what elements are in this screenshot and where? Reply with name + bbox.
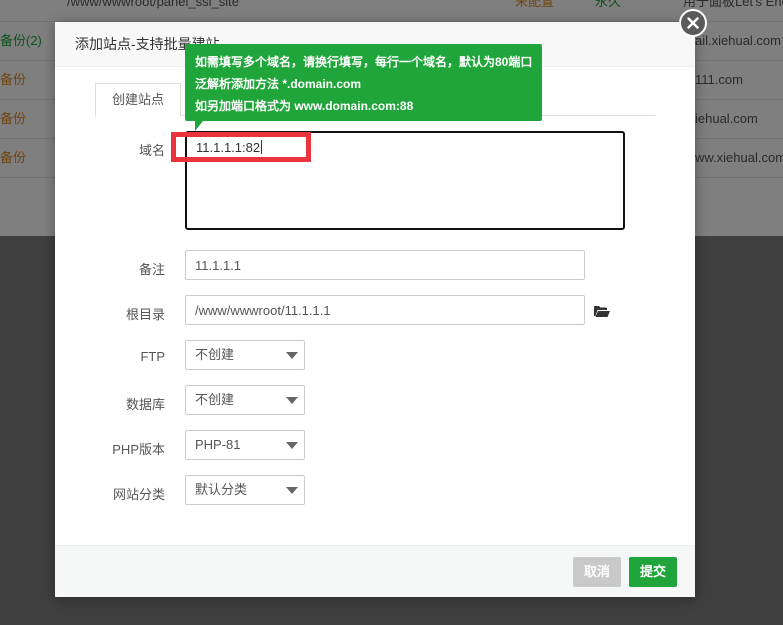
close-dialog-button[interactable] xyxy=(679,9,707,37)
note-input[interactable] xyxy=(185,250,585,280)
chevron-down-icon xyxy=(286,487,298,494)
php-version-select[interactable]: PHP-81 xyxy=(185,430,305,460)
tooltip-line: 泛解析添加方法 *.domain.com xyxy=(195,77,362,91)
chevron-down-icon xyxy=(286,397,298,404)
annotation-highlight-box xyxy=(171,132,311,162)
root-dir-label: 根目录 xyxy=(125,307,165,322)
dialog-footer: 取消 提交 xyxy=(55,545,695,597)
php-version-label: PHP版本 xyxy=(112,442,165,457)
tooltip-line: 如需填写多个域名，请换行填写，每行一个域名，默认为80端口 xyxy=(195,55,533,69)
ftp-value: 不创建 xyxy=(195,347,235,362)
domain-help-tooltip: 如需填写多个域名，请换行填写，每行一个域名，默认为80端口 泛解析添加方法 *.… xyxy=(185,44,542,121)
tab-create-site[interactable]: 创建站点 xyxy=(95,83,182,117)
ftp-label: FTP xyxy=(140,349,165,364)
database-select[interactable]: 不创建 xyxy=(185,385,305,415)
add-site-dialog: 添加站点-支持批量建站 创建站点 域名 11.1.1.1:82 备注 根目录 F… xyxy=(55,22,695,597)
chevron-down-icon xyxy=(286,442,298,449)
folder-open-icon[interactable] xyxy=(594,305,610,321)
note-label: 备注 xyxy=(138,262,165,277)
root-dir-input[interactable] xyxy=(185,295,585,325)
category-select[interactable]: 默认分类 xyxy=(185,475,305,505)
cancel-button[interactable]: 取消 xyxy=(573,557,622,587)
domain-label: 域名 xyxy=(138,143,165,158)
close-icon xyxy=(687,17,699,29)
category-label: 网站分类 xyxy=(112,487,165,502)
ftp-select[interactable]: 不创建 xyxy=(185,340,305,370)
php-version-value: PHP-81 xyxy=(195,437,241,452)
tooltip-pointer xyxy=(195,121,203,131)
tooltip-line: 如另加端口格式为 www.domain.com:88 xyxy=(195,99,414,113)
category-value: 默认分类 xyxy=(195,482,248,497)
chevron-down-icon xyxy=(286,352,298,359)
submit-button[interactable]: 提交 xyxy=(629,557,678,587)
database-value: 不创建 xyxy=(195,392,235,407)
database-label: 数据库 xyxy=(125,397,165,412)
